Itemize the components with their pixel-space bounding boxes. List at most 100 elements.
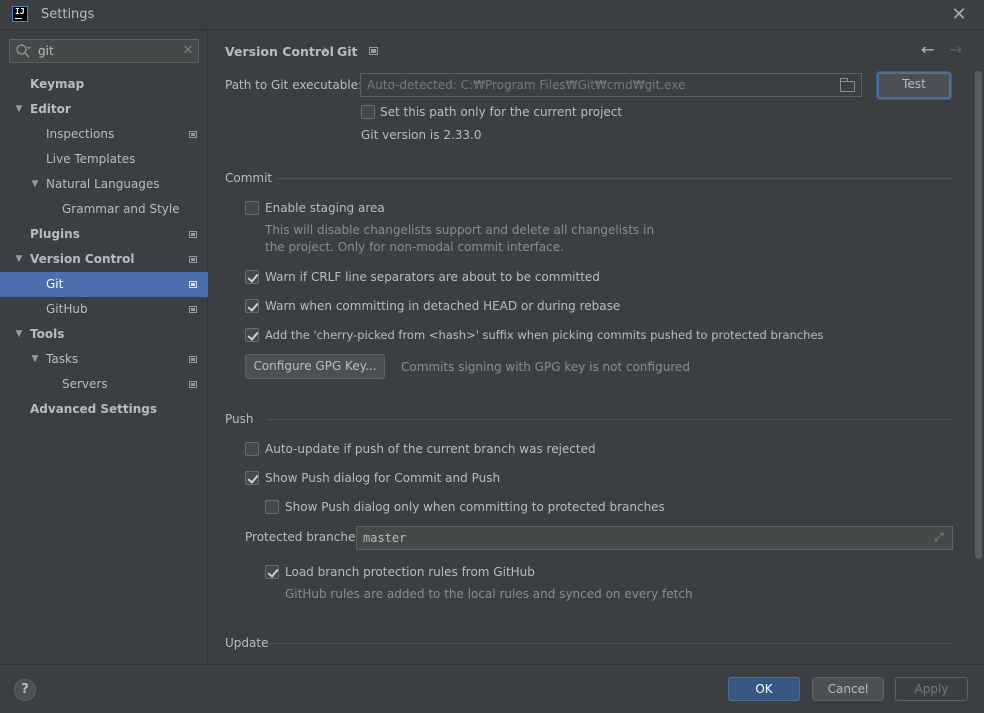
scrollbar-thumb[interactable] — [975, 71, 982, 559]
project-scope-icon — [189, 306, 197, 313]
load-protection-rules-checkbox[interactable] — [265, 565, 279, 579]
sidebar-item-label: GitHub — [46, 302, 88, 316]
project-scope-icon — [189, 256, 197, 263]
load-protection-rules-hint: GitHub rules are added to the local rule… — [285, 587, 693, 601]
sidebar-item-label: Live Templates — [46, 152, 136, 166]
sidebar-item-label: Grammar and Style — [62, 202, 180, 216]
protected-branches-label: Protected branches: — [245, 530, 366, 544]
section-divider — [271, 643, 953, 644]
sidebar-item-label: Tools — [30, 327, 65, 341]
push-section-title: Push — [225, 412, 254, 426]
chevron-down-icon[interactable]: ▼ — [13, 322, 25, 347]
ok-button[interactable]: OK — [728, 677, 800, 701]
staging-hint-line2: the project. Only for non-modal commit i… — [265, 240, 564, 254]
sidebar-item-natural-languages[interactable]: ▼ Natural Languages — [0, 172, 208, 197]
clear-search-icon[interactable]: ✕ — [181, 43, 195, 59]
cherry-picked-suffix-checkbox[interactable] — [245, 328, 259, 342]
protected-branches-field[interactable]: master ⤢ — [356, 526, 953, 550]
browse-folder-icon[interactable] — [840, 78, 855, 92]
warn-detached-head-checkbox[interactable] — [245, 299, 259, 313]
sidebar-item-plugins[interactable]: Plugins — [0, 222, 208, 247]
close-button[interactable]: ✕ — [948, 4, 970, 26]
sidebar-item-label: Version Control — [30, 252, 135, 266]
sidebar-item-tools[interactable]: ▼ Tools — [0, 322, 208, 347]
apply-button[interactable]: Apply — [895, 677, 968, 701]
chevron-down-icon[interactable]: ▼ — [13, 97, 25, 122]
project-scope-icon — [189, 356, 197, 363]
project-scope-icon — [189, 231, 197, 238]
sidebar-item-editor[interactable]: ▼ Editor — [0, 97, 208, 122]
current-project-only-checkbox[interactable] — [361, 105, 375, 119]
search-box[interactable]: ✕ — [9, 39, 199, 63]
show-push-dialog-protected-checkbox[interactable] — [265, 500, 279, 514]
project-scope-icon — [189, 131, 197, 138]
sidebar-item-keymap[interactable]: Keymap — [0, 72, 208, 97]
sidebar-item-git[interactable]: Git — [0, 272, 208, 297]
sidebar-item-live-templates[interactable]: Live Templates — [0, 147, 208, 172]
git-path-label: Path to Git executable: — [225, 78, 363, 92]
sidebar-item-inspections[interactable]: Inspections — [0, 122, 208, 147]
load-protection-rules-label[interactable]: Load branch protection rules from GitHub — [285, 565, 535, 579]
auto-update-label[interactable]: Auto-update if push of the current branc… — [265, 442, 596, 456]
expand-icon[interactable]: ⤢ — [934, 530, 944, 545]
vertical-scrollbar[interactable] — [973, 31, 984, 664]
cancel-button[interactable]: Cancel — [812, 677, 884, 701]
sidebar-item-label: Plugins — [30, 227, 80, 241]
sidebar-item-label: Tasks — [46, 352, 79, 366]
dialog-footer: ? OK Cancel Apply — [0, 664, 984, 713]
section-divider — [267, 419, 953, 420]
show-push-dialog-label[interactable]: Show Push dialog for Commit and Push — [265, 471, 500, 485]
sidebar-item-github[interactable]: GitHub — [0, 297, 208, 322]
forward-arrow-icon[interactable]: → — [949, 40, 962, 59]
search-input[interactable] — [38, 43, 178, 59]
warn-crlf-label[interactable]: Warn if CRLF line separators are about t… — [265, 270, 600, 284]
search-icon — [16, 44, 31, 58]
protected-branches-value: master — [363, 531, 407, 545]
title-bar: IJ Settings ✕ — [0, 0, 984, 30]
settings-content: Version Control › Git ← → Path to Git ex… — [209, 31, 984, 664]
cherry-picked-suffix-label[interactable]: Add the 'cherry-picked from <hash>' suff… — [265, 328, 824, 342]
breadcrumb-current: Git — [337, 44, 358, 59]
git-version-text: Git version is 2.33.0 — [361, 128, 482, 142]
commit-section-title: Commit — [225, 171, 273, 185]
chevron-down-icon[interactable]: ▼ — [13, 247, 25, 272]
auto-update-checkbox[interactable] — [245, 442, 259, 456]
sidebar-item-label: Editor — [30, 102, 71, 116]
window-title: Settings — [41, 7, 95, 22]
warn-detached-head-label[interactable]: Warn when committing in detached HEAD or… — [265, 299, 620, 313]
warn-crlf-checkbox[interactable] — [245, 270, 259, 284]
settings-sidebar: ✕ Keymap ▼ Editor Inspections Live Templ… — [0, 31, 208, 664]
show-push-dialog-protected-label[interactable]: Show Push dialog only when committing to… — [285, 500, 665, 514]
sidebar-item-label: Advanced Settings — [30, 402, 158, 416]
gpg-status-text: Commits signing with GPG key is not conf… — [401, 360, 690, 374]
sidebar-item-label: Natural Languages — [46, 177, 160, 191]
sidebar-item-label: Inspections — [46, 127, 115, 141]
sidebar-item-servers[interactable]: Servers — [0, 372, 208, 397]
project-scope-icon — [189, 281, 197, 288]
sidebar-item-label: Servers — [62, 377, 108, 391]
chevron-down-icon[interactable]: ▼ — [29, 172, 41, 197]
breadcrumb-parent[interactable]: Version Control — [225, 44, 334, 59]
breadcrumb-separator: › — [323, 43, 329, 58]
staging-hint-line1: This will disable changelists support an… — [265, 223, 655, 237]
sidebar-item-label: Git — [46, 277, 64, 291]
enable-staging-label[interactable]: Enable staging area — [265, 201, 385, 215]
chevron-down-icon[interactable]: ▼ — [29, 347, 41, 372]
current-project-only-label[interactable]: Set this path only for the current proje… — [380, 105, 622, 119]
sidebar-item-version-control[interactable]: ▼ Version Control — [0, 247, 208, 272]
sidebar-item-tasks[interactable]: ▼ Tasks — [0, 347, 208, 372]
help-button[interactable]: ? — [14, 679, 36, 701]
enable-staging-checkbox[interactable] — [245, 201, 259, 215]
back-arrow-icon[interactable]: ← — [921, 40, 934, 59]
sidebar-item-grammar-and-style[interactable]: Grammar and Style — [0, 197, 208, 222]
test-button[interactable]: Test — [877, 72, 951, 99]
intellij-logo-icon: IJ — [12, 6, 28, 22]
show-push-dialog-checkbox[interactable] — [245, 471, 259, 485]
project-scope-icon — [189, 381, 197, 388]
git-path-field[interactable]: Auto-detected: C:₩Program Files₩Git₩cmd₩… — [360, 73, 862, 97]
project-scope-icon — [369, 47, 378, 55]
update-section-title: Update — [225, 636, 269, 650]
section-divider — [277, 178, 953, 179]
configure-gpg-key-button[interactable]: Configure GPG Key... — [245, 354, 385, 379]
sidebar-item-advanced-settings[interactable]: Advanced Settings — [0, 397, 208, 422]
